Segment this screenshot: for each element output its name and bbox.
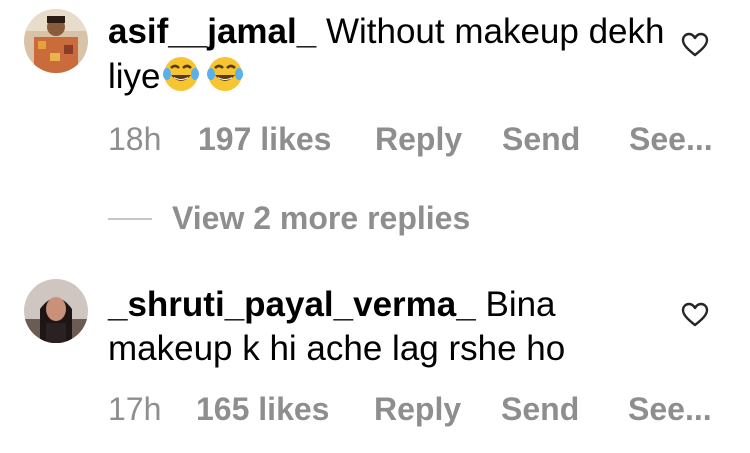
send-button[interactable]: Send — [502, 119, 580, 159]
avatar[interactable] — [24, 9, 88, 73]
see-translation-button[interactable]: See... — [628, 389, 712, 429]
reply-button[interactable]: Reply — [375, 119, 462, 159]
comment-username[interactable]: _shruti_payal_verma_ — [108, 285, 476, 324]
see-translation-button[interactable]: See... — [629, 119, 713, 159]
comment-likes[interactable]: 165 likes — [196, 389, 329, 429]
send-button[interactable]: Send — [501, 389, 579, 429]
avatar[interactable] — [24, 279, 88, 343]
comment-text: _shruti_payal_verma_ Bina makeup k hi ac… — [108, 283, 668, 371]
reply-button[interactable]: Reply — [374, 389, 461, 429]
comment-timestamp: 18h — [108, 121, 162, 157]
comment-timestamp: 17h — [108, 391, 162, 427]
heart-outline-icon[interactable] — [681, 32, 709, 58]
comment-text: asif__jamal_ Without makeup dekh liye — [108, 10, 668, 99]
view-more-replies-label: View 2 more replies — [172, 200, 471, 236]
heart-outline-icon[interactable] — [681, 302, 709, 328]
replies-divider — [108, 218, 152, 220]
face-with-tears-of-joy-emoji — [161, 54, 201, 94]
comment-likes[interactable]: 197 likes — [198, 119, 331, 159]
face-with-tears-of-joy-emoji — [205, 54, 245, 94]
comment-username[interactable]: asif__jamal_ — [108, 12, 316, 51]
